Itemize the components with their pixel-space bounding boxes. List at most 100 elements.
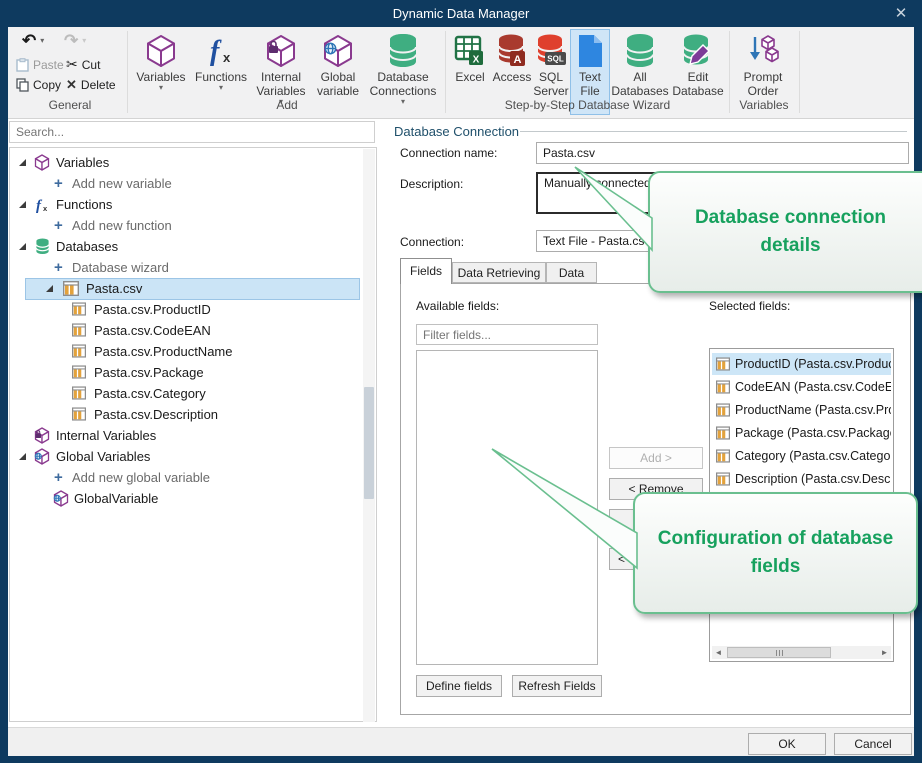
tree-item-database-wizard[interactable]: + Database wizard [10,257,376,278]
tree-item-field-category[interactable]: Pasta.csv.Category [10,383,376,404]
functions-button[interactable]: fx Functions ▾ [194,32,248,92]
expand-arrow-icon[interactable] [19,453,27,461]
ok-button[interactable]: OK [748,733,826,755]
field-icon [72,302,86,316]
tree-item-databases[interactable]: Databases [10,236,376,257]
edit-database-button[interactable]: Edit Database [670,32,726,98]
global-variable-button[interactable]: Global variable [313,32,363,98]
tree-item-functions[interactable]: fx Functions [10,194,376,215]
group-label-add: Add [132,98,442,112]
svg-text:x: x [43,204,48,213]
title-bar: Dynamic Data Manager ✕ [0,0,922,27]
access-button[interactable]: A Access [492,32,532,84]
table-icon [63,281,79,296]
tree-item-field-description[interactable]: Pasta.csv.Description [10,404,376,425]
redo-icon: ↷ [64,31,78,51]
selected-field-item[interactable]: CodeEAN (Pasta.csv.CodeEAN) [712,376,891,398]
selected-fields-hscrollbar[interactable]: ◄ ► [712,646,891,659]
paste-button[interactable]: Paste [16,55,64,74]
database-icon [387,32,419,70]
selected-field-item[interactable]: Package (Pasta.csv.Package) [712,422,891,444]
available-fields-label: Available fields: [416,299,499,313]
scissors-icon: ✂ [66,56,78,73]
filter-fields-input[interactable] [416,324,598,345]
plus-icon: + [54,470,63,485]
copy-label: Copy [33,78,61,92]
tree-item-globalvariable[interactable]: GlobalVariable [10,488,376,509]
dynamic-data-manager-window: Dynamic Data Manager ✕ ↶▾ ↷▾ Paste ✂ Cu [0,0,922,763]
excel-button[interactable]: X Excel [449,32,491,84]
selected-field-item[interactable]: ProductName (Pasta.csv.ProductName) [712,399,891,421]
callout-connection-details: Database connection details [648,171,922,293]
group-separator [445,31,446,113]
text-file-button[interactable]: Text File [570,32,610,98]
tab-data[interactable]: Data [546,262,597,283]
database-connections-button[interactable]: Database Connections ▾ [364,32,442,106]
expand-arrow-icon[interactable] [19,243,27,251]
tree-item-global-variables[interactable]: Global Variables [10,446,376,467]
tree-scrollbar[interactable] [363,149,375,722]
variables-label: Variables [136,70,185,84]
window-content: ↶▾ ↷▾ Paste ✂ Cut Copy ✕ [8,27,914,756]
selected-field-label: Category (Pasta.csv.Category) [735,449,891,463]
expand-arrow-icon[interactable] [19,201,27,209]
variables-button[interactable]: Variables ▾ [132,32,190,92]
selected-field-item[interactable]: Description (Pasta.csv.Description) [712,468,891,490]
available-fields-list[interactable] [416,350,598,665]
tree-label: Internal Variables [56,428,156,443]
selected-field-item[interactable]: ProductID (Pasta.csv.ProductID) [712,353,891,375]
refresh-fields-button[interactable]: Refresh Fields [512,675,602,697]
callout-fields-text: Configuration of database fields [649,525,902,581]
edit-database-icon [681,32,715,70]
chevron-down-icon: ▾ [159,84,163,92]
hscrollbar-thumb[interactable] [727,647,831,658]
tree-item-field-productname[interactable]: Pasta.csv.ProductName [10,341,376,362]
group-separator [127,31,128,113]
paste-label: Paste [33,58,64,72]
tree-item-variables[interactable]: Variables [10,152,376,173]
tree-item-add-new-global-variable[interactable]: + Add new global variable [10,467,376,488]
tree-item-field-codeean[interactable]: Pasta.csv.CodeEAN [10,320,376,341]
excel-label: Excel [455,70,484,84]
prompt-order-button[interactable]: Prompt Order [735,32,791,98]
tree-item-field-productid[interactable]: Pasta.csv.ProductID [10,299,376,320]
close-icon[interactable]: ✕ [888,0,914,27]
tree-item-add-new-function[interactable]: + Add new function [10,215,376,236]
expand-arrow-icon[interactable] [46,285,54,293]
sql-server-button[interactable]: SQL SQL Server [532,32,570,98]
excel-icon: X [454,32,486,70]
search-input[interactable] [9,121,375,143]
cut-button[interactable]: ✂ Cut [66,55,100,74]
tree-label: GlobalVariable [74,491,158,506]
define-fields-button[interactable]: Define fields [416,675,502,697]
all-databases-button[interactable]: All Databases [611,32,669,98]
selected-field-item[interactable]: Category (Pasta.csv.Category) [712,445,891,467]
tab-data-retrieving[interactable]: Data Retrieving [452,262,546,283]
copy-button[interactable]: Copy [16,75,61,94]
scroll-left-icon[interactable]: ◄ [712,646,725,659]
undo-button[interactable]: ↶▾ [22,31,44,50]
section-title: Database Connection [394,124,519,139]
field-icon [716,426,730,440]
internal-variables-button[interactable]: Internal Variables ▾ [251,32,311,106]
tree-scrollbar-thumb[interactable] [364,387,374,499]
tree-label: Database wizard [72,260,169,275]
tree-item-pasta-csv[interactable]: Pasta.csv [10,278,376,299]
redo-button[interactable]: ↷▾ [64,31,86,50]
tree-item-add-new-variable[interactable]: + Add new variable [10,173,376,194]
tree-item-internal-variables[interactable]: Internal Variables [10,425,376,446]
scroll-right-icon[interactable]: ► [878,646,891,659]
tab-fields[interactable]: Fields [400,258,452,284]
tree-item-field-package[interactable]: Pasta.csv.Package [10,362,376,383]
connection-name-input[interactable] [536,142,909,164]
callout-connection-text: Database connection details [664,204,917,260]
group-label-general: General [14,98,126,112]
delete-button[interactable]: ✕ Delete [66,75,116,94]
cancel-button[interactable]: Cancel [834,733,912,755]
field-icon [72,386,86,400]
expand-arrow-icon[interactable] [19,159,27,167]
connection-name-label: Connection name: [400,146,497,160]
grip-mark [776,650,777,656]
svg-text:f: f [210,36,222,67]
add-button[interactable]: Add > [609,447,703,469]
